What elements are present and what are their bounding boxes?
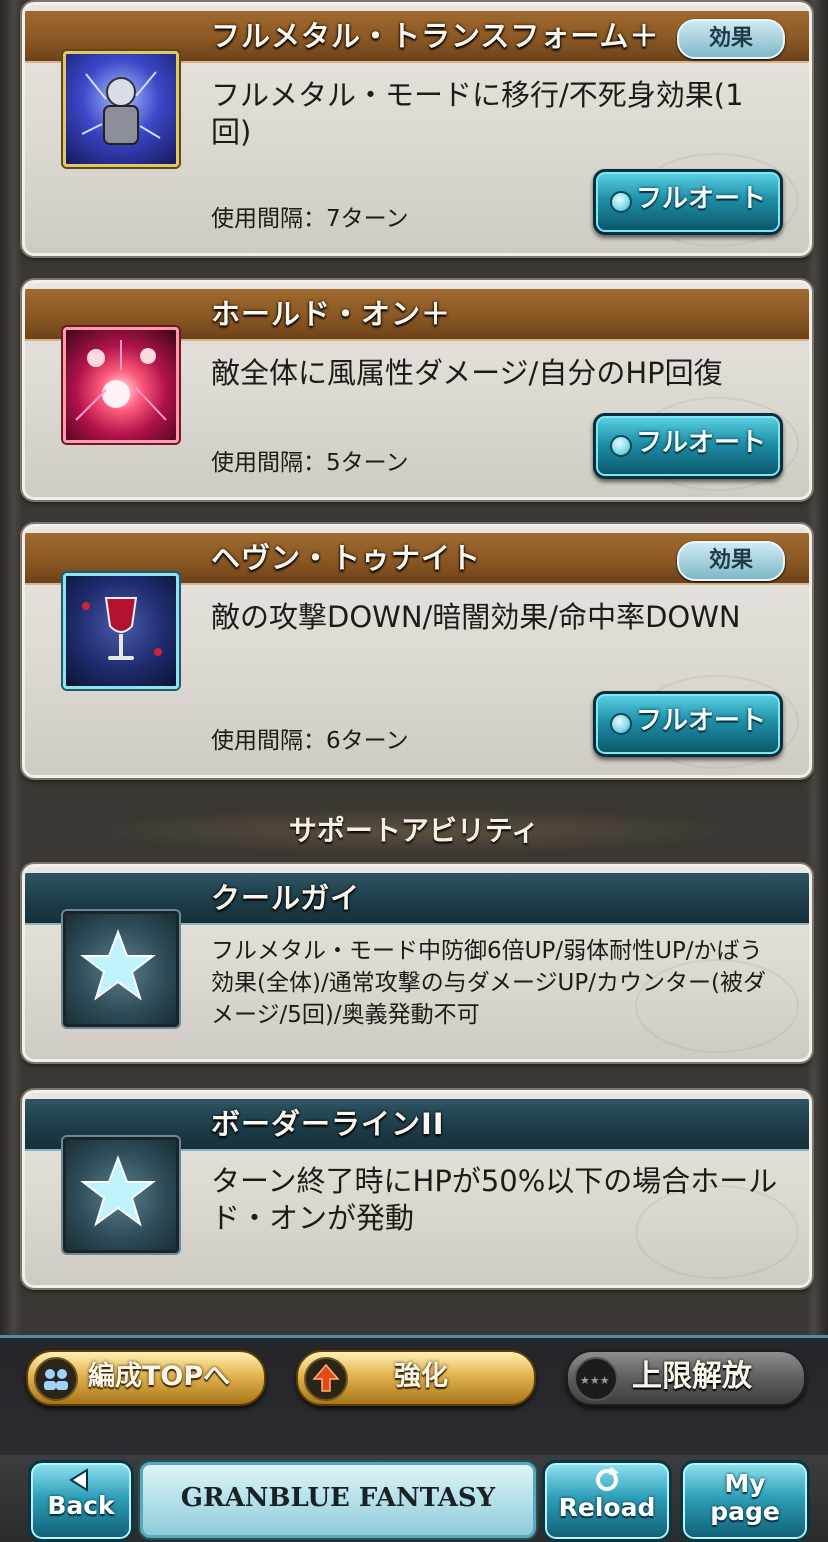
party-members-icon — [34, 1357, 78, 1401]
support-ability-card: クールガイ フルメタル・モード中防御6倍UP/弱体耐性UP/かばう効果(全体)/… — [22, 864, 812, 1062]
ability-description: 敵全体に風属性ダメージ/自分のHP回復 — [211, 356, 723, 390]
logo-text: GRANBLUE FANTASY — [180, 1483, 496, 1513]
full-auto-button[interactable]: フルオート — [593, 169, 783, 235]
support-section-title: サポートアビリティ — [90, 808, 738, 854]
red-burst-icon — [63, 327, 179, 443]
enhance-label: 強化 — [394, 1361, 448, 1392]
reload-label: Reload — [558, 1493, 656, 1522]
ability-cooldown: 使用間隔：5ターン — [211, 450, 409, 476]
full-auto-button[interactable]: フルオート — [593, 691, 783, 757]
ability-card: ヘヴン・トゥナイト 効果 敵の攻撃DOWN/暗闇効果/命中率DOWN 使用間隔：… — [22, 524, 812, 778]
effect-badge-button[interactable]: 効果 — [677, 19, 785, 59]
my-page-label-line2: page — [710, 1497, 780, 1526]
full-auto-label: フルオート — [636, 428, 767, 458]
full-auto-label: フルオート — [636, 184, 767, 214]
support-ability-name: クールガイ — [211, 881, 361, 915]
toggle-dot-icon — [610, 713, 632, 735]
full-auto-label: フルオート — [636, 706, 767, 736]
ability-description: フルメタル・モードに移行/不死身効果(1回) — [211, 78, 744, 149]
support-ability-description: フルメタル・モード中防御6倍UP/弱体耐性UP/かばう効果(全体)/通常攻撃の与… — [211, 938, 766, 1028]
back-label: Back — [47, 1491, 115, 1520]
party-top-label: 編成TOPへ — [88, 1361, 231, 1392]
reload-icon — [596, 1467, 619, 1491]
star-icon — [63, 1137, 179, 1253]
back-button[interactable]: Back — [28, 1460, 134, 1542]
star-icon — [63, 911, 179, 1027]
my-page-button[interactable]: My page — [680, 1460, 810, 1542]
toggle-dot-icon — [610, 191, 632, 213]
toggle-dot-icon — [610, 435, 632, 457]
up-arrow-icon — [304, 1357, 348, 1401]
full-auto-button[interactable]: フルオート — [593, 413, 783, 479]
stars-icon: ★★★ — [574, 1357, 618, 1401]
effect-badge-button[interactable]: 効果 — [677, 541, 785, 581]
my-page-label-line1: My — [724, 1469, 766, 1498]
uncap-label: 上限解放 — [632, 1359, 752, 1394]
enhance-button[interactable]: 強化 — [296, 1350, 536, 1406]
support-ability-description: ターン終了時にHPが50%以下の場合ホールド・オンが発動 — [211, 1164, 778, 1235]
reload-button[interactable]: Reload — [542, 1460, 672, 1542]
party-top-button[interactable]: 編成TOPへ — [26, 1350, 266, 1406]
ability-name: ホールド・オン＋ — [211, 297, 452, 331]
wine-glass-icon — [63, 573, 179, 689]
support-ability-card: ボーダーラインII ターン終了時にHPが50%以下の場合ホールド・オンが発動 — [22, 1090, 812, 1288]
ability-cooldown: 使用間隔：7ターン — [211, 206, 409, 232]
ability-name: ヘヴン・トゥナイト — [211, 541, 482, 575]
support-ability-name: ボーダーラインII — [211, 1107, 445, 1141]
svg-text:★★★: ★★★ — [580, 1374, 610, 1387]
armored-knight-icon — [63, 51, 179, 167]
ability-card: ホールド・オン＋ 敵全体に風属性ダメージ/自分のHP回復 使用間隔：5ターン フ… — [22, 280, 812, 500]
ability-cooldown: 使用間隔：6ターン — [211, 728, 409, 754]
ability-card: フルメタル・トランスフォーム＋ 効果 フルメタル・モードに移行/不死身効果(1回… — [22, 2, 812, 256]
granblue-fantasy-logo[interactable]: GRANBLUE FANTASY — [140, 1462, 536, 1538]
ability-description: 敵の攻撃DOWN/暗闇効果/命中率DOWN — [211, 600, 741, 634]
ability-name: フルメタル・トランスフォーム＋ — [211, 19, 660, 53]
uncap-button[interactable]: ★★★ 上限解放 — [566, 1350, 806, 1406]
